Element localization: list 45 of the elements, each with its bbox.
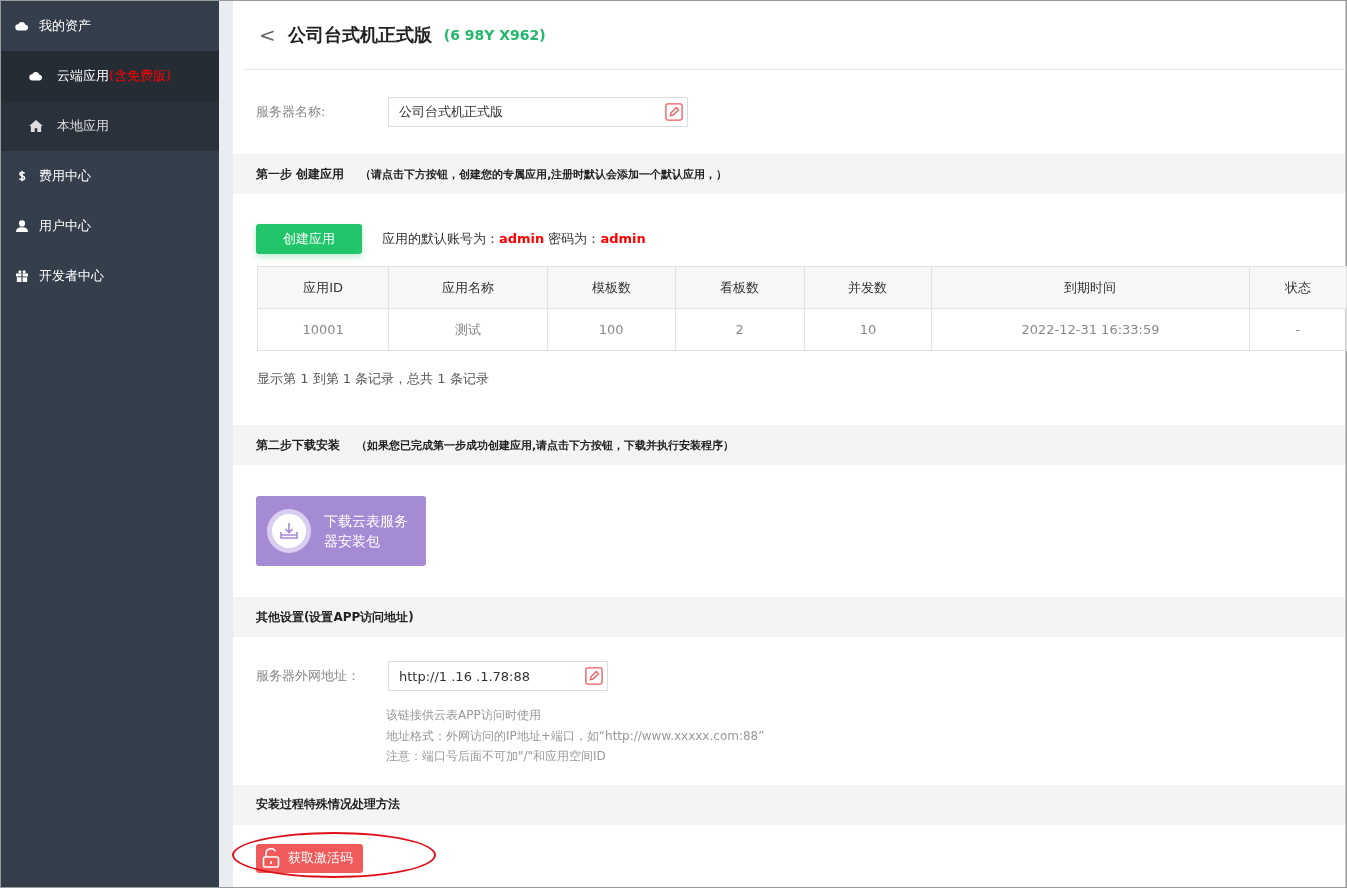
record-summary: 显示第 1 到第 1 条记录，总共 1 条记录 <box>256 370 489 388</box>
back-button[interactable]: < <box>259 23 276 47</box>
hint-text: 地址格式：外网访问的IP地址+端口，如“http://www.xxxxx.com:88” <box>386 727 766 745</box>
column-header: 模板数 <box>547 266 676 309</box>
section-header: 安装过程特殊情况处理方法 <box>233 784 1345 825</box>
gift-icon <box>15 270 29 282</box>
sidebar-item[interactable]: 费用中心 <box>1 151 219 201</box>
column-header: 并发数 <box>804 266 932 309</box>
server-name-field[interactable]: 公司台式机正式版 <box>388 97 688 127</box>
table-cell: 10001 <box>257 308 389 351</box>
account-text: 应用的默认账号为：admin 密码为：admin <box>382 230 646 248</box>
sidebar-item[interactable]: 本地应用 <box>1 101 219 151</box>
page-title: 公司台式机正式版 <box>287 23 432 47</box>
column-header: 应用ID <box>257 266 389 309</box>
table-cell: 测试 <box>388 308 548 351</box>
edit-icon[interactable] <box>585 667 603 685</box>
table-cell: 10 <box>804 308 932 351</box>
column-header: 到期时间 <box>931 266 1249 309</box>
address-field[interactable]: http://1 .16 .1.78:88 <box>388 661 608 691</box>
section-header: 其他设置(设置APP访问地址) <box>233 597 1345 637</box>
section-header: 第一步 创建应用 （请点击下方按钮，创建您的专属应用,注册时默认会添加一个默认应用，） <box>233 154 1345 194</box>
cloud-icon <box>29 70 43 82</box>
column-header: 应用名称 <box>388 266 548 309</box>
field-label: 服务器名称: <box>256 103 327 121</box>
home-icon <box>29 120 43 132</box>
table-cell: 2022-12-31 16:33:59 <box>931 308 1249 351</box>
sidebar-item[interactable]: 我的资产 <box>1 1 219 51</box>
unlock-icon <box>262 848 280 868</box>
hint-text: 注意：端口号后面不可加"/"和应用空间ID <box>386 748 607 765</box>
table-cell: 100 <box>547 308 676 351</box>
field-label: 服务器外网地址： <box>256 667 361 685</box>
sidebar-item[interactable]: 云端应用(含免费版) <box>1 51 219 101</box>
user-icon <box>15 220 29 232</box>
column-header: 状态 <box>1249 266 1347 309</box>
column-header: 看板数 <box>675 266 804 309</box>
sidebar-item[interactable]: 开发者中心 <box>1 251 219 301</box>
edit-icon[interactable] <box>665 103 683 121</box>
table-cell: - <box>1249 308 1347 351</box>
table-cell: 2 <box>675 308 804 351</box>
sidebar-item[interactable]: 用户中心 <box>1 201 219 251</box>
section-header: 第二步下载安装 （如果您已完成第一步成功创建应用,请点击下方按钮，下载并执行安装程序） <box>233 425 1345 465</box>
server-code: (6 98Y X962) <box>443 27 546 43</box>
cloud-icon <box>15 20 29 32</box>
download-icon <box>266 508 312 554</box>
hint-text: 该链接供云表APP访问时使用 <box>386 707 542 724</box>
